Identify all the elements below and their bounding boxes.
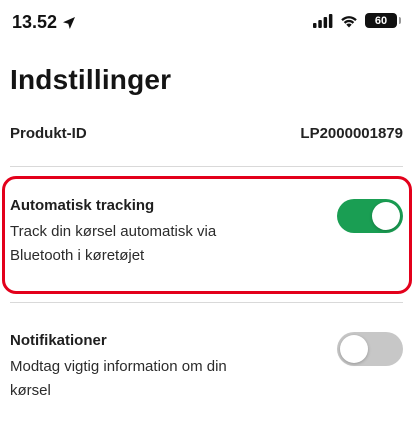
highlight-frame [2, 176, 412, 294]
status-icons: 60 [313, 13, 401, 28]
location-arrow-icon [63, 16, 76, 29]
wifi-icon [341, 15, 357, 27]
toggle-knob [340, 335, 368, 363]
page-title: Indstillinger [10, 64, 172, 95]
battery-icon: 60 [365, 13, 401, 28]
product-id-row: Produkt-ID LP2000001879 [10, 121, 403, 145]
product-id-value: LP2000001879 [300, 124, 403, 142]
battery-level: 60 [374, 14, 388, 27]
status-bar: 13.52 60 [0, 0, 415, 44]
divider [10, 302, 403, 303]
setting-description: Modtag vigtig information om din kørsel [10, 358, 227, 399]
status-time: 13.52 [12, 12, 76, 33]
product-id-label: Produkt-ID [10, 124, 87, 142]
notifications-toggle[interactable] [337, 332, 403, 366]
setting-notifications: Notifikationer Modtag vigtig information… [10, 332, 403, 403]
status-time-text: 13.52 [12, 12, 58, 32]
cellular-signal-icon [313, 13, 333, 28]
divider [10, 166, 403, 167]
